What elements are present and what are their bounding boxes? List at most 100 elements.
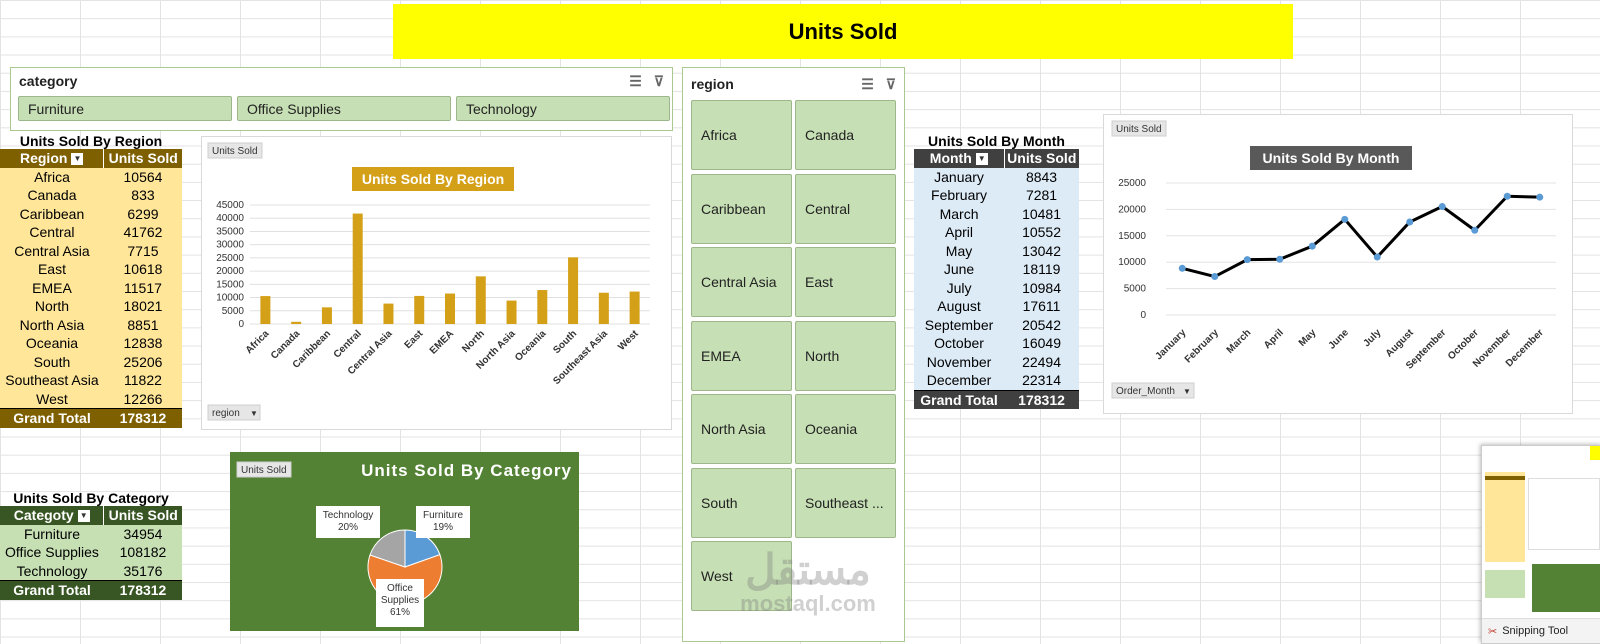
data-label-name: Technology [323, 510, 374, 521]
region-slicer-item[interactable]: North Asia [691, 394, 792, 464]
row-value: 20542 [1004, 315, 1079, 334]
table-row: Furniture 34954 [0, 524, 182, 543]
row-value: 10618 [103, 260, 182, 279]
table-row: Africa 10564 [0, 167, 182, 186]
region-slicer-item[interactable]: Canada [795, 100, 896, 170]
table-row: Oceania 12838 [0, 334, 182, 353]
x-tick-label: July [1361, 327, 1383, 349]
row-label: West [0, 389, 104, 409]
row-label: July [914, 278, 1005, 297]
x-tick-label: Southeast Asia [551, 328, 610, 387]
table-row: June 18119 [914, 260, 1079, 279]
x-tick-label: Oceania [513, 328, 549, 364]
x-tick-label: South [551, 328, 579, 356]
data-label-percent: 19% [433, 522, 453, 533]
table-row: May 13042 [914, 241, 1079, 260]
data-label-percent: 20% [338, 522, 358, 533]
row-value: 22314 [1004, 371, 1079, 390]
region-slicer-item[interactable]: EMEA [691, 320, 792, 391]
row-value: 8851 [103, 315, 182, 334]
order-month-field-button[interactable]: Order_Month ▼ [1111, 382, 1195, 399]
month-line-chart[interactable]: Units Sold Units Sold By Month 0 5000 10000 1… [1103, 114, 1573, 414]
region-slicer-item[interactable]: South [691, 467, 792, 538]
row-value: 35176 [103, 561, 182, 581]
category-pie-chart-svg: Units Sold Units Sold By Category Furnitur… [230, 452, 579, 631]
region-slicer-item[interactable]: Central Asia [691, 247, 792, 317]
region-slicer-item[interactable]: Southeast ... [795, 467, 896, 538]
row-value: 41762 [103, 223, 182, 242]
row-value: 10984 [1004, 278, 1079, 297]
region-slicer-item[interactable]: East [795, 247, 896, 317]
data-label-name-part: Supplies [381, 595, 419, 606]
row-value: 11517 [103, 278, 182, 297]
region-slicer-item[interactable]: North [795, 320, 896, 391]
x-tick-label: Africa [244, 328, 272, 356]
table-row: April 10552 [914, 223, 1079, 242]
grand-total-row: Grand Total 178312 [914, 389, 1079, 409]
table-row: February 7281 [914, 186, 1079, 205]
x-tick-label: East [403, 328, 426, 351]
snipping-thumbnail[interactable]: ✂ Snipping Tool [1481, 445, 1600, 644]
value-field-tag: Units Sold [1111, 120, 1167, 137]
row-label: Oceania [0, 334, 104, 353]
clear-filter-icon[interactable]: ⊽ [654, 73, 664, 90]
column-header: Month [929, 150, 972, 166]
y-tick-label: 40000 [216, 213, 244, 224]
row-label: June [914, 260, 1005, 279]
y-tick-label: 10000 [1118, 257, 1146, 268]
bar-west [629, 291, 640, 324]
grand-total-value: 178312 [103, 408, 182, 428]
y-tick-label: 20000 [216, 266, 244, 277]
filter-dropdown-icon[interactable]: ▼ [71, 153, 84, 166]
chart-title: Units Sold By Region [362, 171, 504, 187]
table-row: September 20542 [914, 315, 1079, 334]
month-line-chart-svg: Units Sold Units Sold By Month 0 5000 10000 1… [1111, 120, 1556, 399]
bar-east [414, 295, 425, 324]
snipping-tool-bar[interactable]: ✂ Snipping Tool [1482, 618, 1600, 643]
filter-dropdown-icon[interactable]: ▼ [77, 510, 90, 523]
category-pie-chart[interactable]: Units Sold Units Sold By Category Furnitur… [230, 452, 579, 631]
row-value: 833 [103, 186, 182, 205]
row-label: January [914, 167, 1005, 186]
category-slicer-item[interactable]: Furniture [18, 96, 232, 121]
row-value: 6299 [103, 204, 182, 223]
category-slicer-item[interactable]: Office Supplies [237, 96, 451, 121]
thumb-pie-chart [1532, 564, 1600, 612]
region-slicer-item[interactable]: Oceania [795, 394, 896, 464]
region-bar-chart[interactable]: Units Sold Units Sold By Region 0 5000 10000… [201, 136, 672, 430]
y-tick-label: 5000 [1124, 284, 1147, 295]
multi-select-icon[interactable]: ☰ [629, 73, 642, 90]
category-slicer-item[interactable]: Technology [456, 96, 670, 121]
bar-central-asia [383, 303, 394, 324]
table-row: December 22314 [914, 371, 1079, 390]
thumb-category-table [1485, 570, 1525, 598]
value-field-tag-label: Units Sold [241, 465, 287, 476]
x-tick-label: June [1327, 327, 1352, 352]
grand-total-label: Grand Total [914, 389, 1005, 409]
row-label: Central [0, 223, 104, 242]
region-field-button[interactable]: region ▼ [207, 404, 261, 421]
table-header-row: Month ▼ Units Sold [914, 149, 1079, 168]
row-label: Central Asia [0, 241, 104, 260]
data-label-percent: 61% [390, 607, 410, 618]
y-tick-label: 0 [238, 319, 244, 330]
series-line [1181, 194, 1540, 279]
clear-filter-icon[interactable]: ⊽ [886, 76, 896, 93]
y-tick-label: 20000 [1118, 204, 1146, 215]
y-tick-label: 25000 [1118, 178, 1146, 189]
row-label: Africa [0, 167, 104, 186]
filter-dropdown-icon[interactable]: ▼ [975, 153, 988, 166]
row-label: Caribbean [0, 204, 104, 223]
marker-may [1308, 242, 1316, 250]
region-slicer-item[interactable]: Africa [691, 100, 792, 170]
bar-oceania [537, 290, 548, 324]
row-value: 108182 [103, 543, 182, 562]
multi-select-icon[interactable]: ☰ [861, 76, 874, 93]
region-slicer-item[interactable]: Central [795, 173, 896, 244]
value-field-tag-label: Units Sold [212, 146, 258, 157]
category-pivot-table: Units Sold By Category Categoty ▼ Units So… [0, 490, 182, 600]
row-value: 25206 [103, 352, 182, 371]
row-label: Technology [0, 561, 104, 581]
region-slicer-item[interactable]: Caribbean [691, 173, 792, 244]
marker-december [1536, 193, 1544, 201]
